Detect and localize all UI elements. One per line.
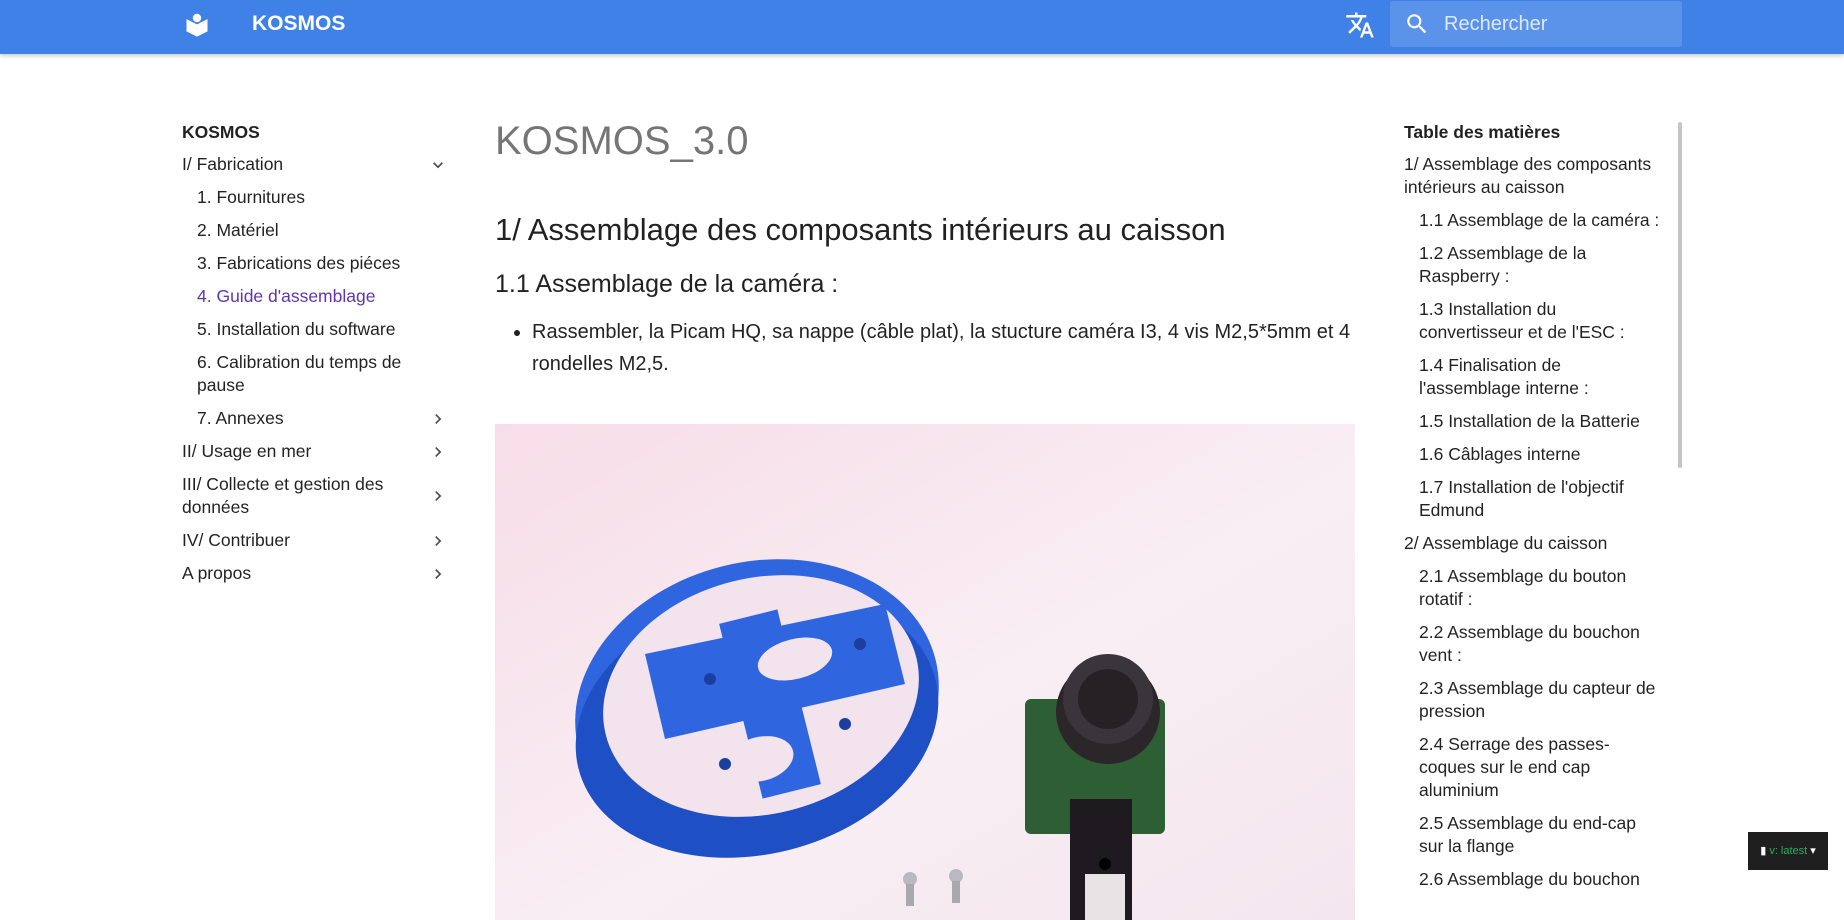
book-icon: ▮ bbox=[1760, 845, 1767, 857]
nav-item-label: 1. Fournitures bbox=[197, 187, 305, 207]
nav-item[interactable]: I/ Fabrication bbox=[182, 148, 448, 181]
chevron-right-icon[interactable] bbox=[428, 531, 448, 551]
chevron-right-icon[interactable] bbox=[428, 564, 448, 584]
nav-item[interactable]: 2. Matériel bbox=[182, 214, 448, 247]
version-label: v: latest bbox=[1769, 845, 1808, 857]
toc-item[interactable]: 2.4 Serrage des passes-coques sur le end… bbox=[1404, 728, 1660, 807]
translate-icon[interactable] bbox=[1345, 10, 1375, 40]
toc-item[interactable]: 2/ Assemblage du caisson bbox=[1404, 527, 1660, 560]
toc-list: 1/ Assemblage des composants intérieurs … bbox=[1404, 148, 1660, 896]
camera-parts-image bbox=[495, 424, 1355, 920]
toc-scrollbar[interactable] bbox=[1678, 122, 1682, 468]
main-content: KOSMOS_3.0 1/ Assemblage des composants … bbox=[495, 110, 1355, 380]
nav-item[interactable]: 5. Installation du software bbox=[182, 313, 448, 346]
toc-item[interactable]: 2.3 Assemblage du capteur de pression bbox=[1404, 672, 1660, 728]
nav-item[interactable]: A propos bbox=[182, 557, 448, 590]
toc-item[interactable]: 1.7 Installation de l'objectif Edmund bbox=[1404, 471, 1660, 527]
chevron-down-icon[interactable] bbox=[428, 155, 448, 175]
nav-item[interactable]: IV/ Contribuer bbox=[182, 524, 448, 557]
nav-item[interactable]: 1. Fournitures bbox=[182, 181, 448, 214]
table-of-contents: Table des matières 1/ Assemblage des com… bbox=[1404, 118, 1660, 896]
nav-item[interactable]: 3. Fabrications des piéces bbox=[182, 247, 448, 280]
toc-item[interactable]: 1.1 Assemblage de la caméra : bbox=[1404, 204, 1660, 237]
toc-item[interactable]: 1.6 Câblages interne bbox=[1404, 438, 1660, 471]
search-icon bbox=[1407, 14, 1427, 34]
toc-item[interactable]: 2.5 Assemblage du end-cap sur la flange bbox=[1404, 807, 1660, 863]
nav-item-label: 6. Calibration du temps de pause bbox=[197, 352, 402, 395]
toc-item[interactable]: 1.4 Finalisation de l'assemblage interne… bbox=[1404, 349, 1660, 405]
version-badge[interactable]: ▮ v: latest ▾ bbox=[1748, 832, 1828, 870]
list-item: Rassembler, la Picam HQ, sa nappe (câble… bbox=[532, 316, 1355, 380]
page-title: KOSMOS_3.0 bbox=[495, 119, 749, 163]
instruction-list: Rassembler, la Picam HQ, sa nappe (câble… bbox=[495, 316, 1355, 380]
nav-item[interactable]: 7. Annexes bbox=[182, 402, 448, 435]
nav-item-label: I/ Fabrication bbox=[182, 154, 284, 174]
chevron-right-icon[interactable] bbox=[428, 442, 448, 462]
nav-item-label: 4. Guide d'assemblage bbox=[197, 286, 376, 306]
nav-item-label: IV/ Contribuer bbox=[182, 530, 290, 550]
toc-item[interactable]: 2.1 Assemblage du bouton rotatif : bbox=[1404, 560, 1660, 616]
nav-item-label: 2. Matériel bbox=[197, 220, 279, 240]
nav-item-label: II/ Usage en mer bbox=[182, 441, 312, 461]
search-box[interactable] bbox=[1390, 1, 1682, 47]
nav-item-label: A propos bbox=[182, 563, 252, 583]
site-title[interactable]: KOSMOS bbox=[252, 0, 345, 48]
nav-item[interactable]: 4. Guide d'assemblage bbox=[182, 280, 448, 313]
subsection-heading: 1.1 Assemblage de la caméra : bbox=[495, 270, 839, 298]
nav-item-label: 5. Installation du software bbox=[197, 319, 396, 339]
nav-item-label: 3. Fabrications des piéces bbox=[197, 253, 401, 273]
top-header: KOSMOS bbox=[0, 0, 1844, 54]
nav-title: KOSMOS bbox=[182, 122, 260, 142]
nav-item[interactable]: 6. Calibration du temps de pause bbox=[182, 346, 448, 402]
assembly-photo bbox=[495, 424, 1355, 920]
toc-item[interactable]: 2.2 Assemblage du bouchon vent : bbox=[1404, 616, 1660, 672]
nav-item-label: III/ Collecte et gestion des données bbox=[182, 474, 384, 517]
toc-title: Table des matières bbox=[1404, 122, 1561, 142]
nav-list: I/ Fabrication 1. Fournitures 2. Matériel 3… bbox=[182, 148, 448, 590]
search-input[interactable] bbox=[1444, 1, 1668, 47]
nav-item[interactable]: III/ Collecte et gestion des données bbox=[182, 468, 448, 524]
caret-down-icon: ▾ bbox=[1810, 845, 1816, 857]
toc-item[interactable]: 1.2 Assemblage de la Raspberry : bbox=[1404, 237, 1660, 293]
toc-item[interactable]: 1.3 Installation du convertisseur et de … bbox=[1404, 293, 1660, 349]
section-heading: 1/ Assemblage des composants intérieurs … bbox=[495, 212, 1226, 247]
toc-item[interactable]: 1/ Assemblage des composants intérieurs … bbox=[1404, 148, 1660, 204]
chevron-right-icon[interactable] bbox=[428, 409, 448, 429]
toc-item[interactable]: 1.5 Installation de la Batterie bbox=[1404, 405, 1660, 438]
toc-item[interactable]: 2.6 Assemblage du bouchon bbox=[1404, 863, 1660, 896]
book-logo-icon[interactable] bbox=[183, 11, 211, 39]
primary-nav: KOSMOS I/ Fabrication 1. Fournitures 2. Ma… bbox=[182, 118, 448, 590]
nav-item[interactable]: II/ Usage en mer bbox=[182, 435, 448, 468]
chevron-right-icon[interactable] bbox=[428, 486, 448, 506]
nav-item-label: 7. Annexes bbox=[197, 408, 284, 428]
